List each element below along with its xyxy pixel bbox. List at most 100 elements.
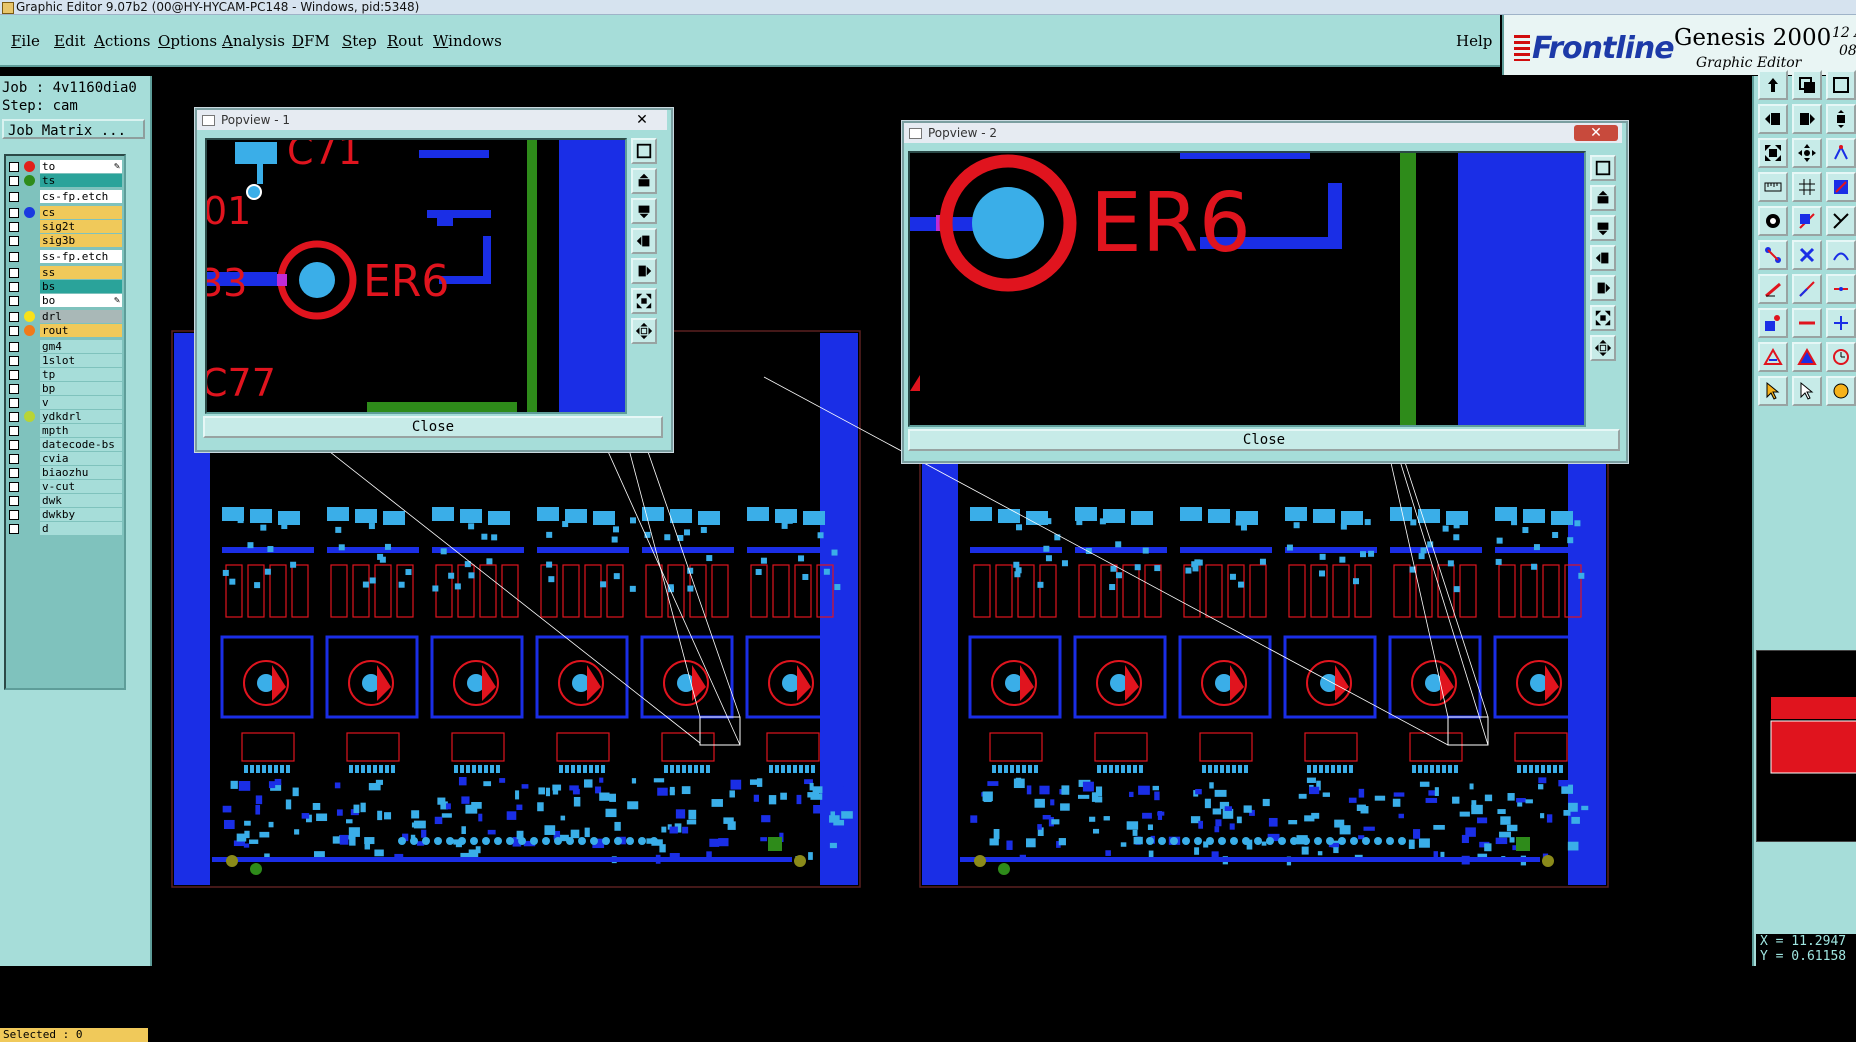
layer-row-bs[interactable]: bs [6, 280, 124, 294]
layer-row-to[interactable]: to ✎ [6, 160, 124, 174]
layer-row-rout[interactable]: rout [6, 324, 124, 338]
copy-icon[interactable] [1792, 70, 1822, 100]
popview-1-window[interactable]: Popview - 1 ✕ C71 01 ER6 33 C77 [195, 108, 673, 452]
layer-checkbox[interactable] [9, 426, 19, 436]
layer-name[interactable]: bp [40, 382, 122, 395]
scale-icon[interactable] [1826, 206, 1856, 236]
layer-checkbox[interactable] [9, 468, 19, 478]
menu-edit[interactable]: Edit [54, 32, 85, 50]
layer-row-gm4[interactable]: gm4 [6, 340, 124, 354]
menu-analysis[interactable]: Analysis [222, 32, 285, 50]
layer-name[interactable]: ydkdrl [40, 410, 122, 423]
layer-row-ydkdrl[interactable]: ydkdrl [6, 410, 124, 424]
layer-color-dot[interactable] [24, 161, 35, 172]
layer-name[interactable]: rout [40, 324, 122, 337]
arrow-mark-icon[interactable] [1792, 342, 1822, 372]
zoom-out-icon[interactable] [1590, 215, 1616, 241]
stretch-icon[interactable] [1758, 138, 1788, 168]
zoom-in-icon[interactable] [631, 168, 657, 194]
layer-row-dwkby[interactable]: dwkby [6, 508, 124, 522]
menu-windows[interactable]: Windows [433, 32, 502, 50]
draw-arc-icon[interactable] [1792, 274, 1822, 304]
expand-icon[interactable] [631, 288, 657, 314]
zoom-in-icon[interactable] [1590, 185, 1616, 211]
layer-name[interactable]: ss [40, 266, 122, 279]
layer-color-dot[interactable] [24, 207, 35, 218]
layer-name[interactable]: bo [40, 294, 122, 307]
pan-right-icon[interactable] [1590, 275, 1616, 301]
draw-line-icon[interactable] [1758, 274, 1788, 304]
layer-row-tp[interactable]: tp [6, 368, 124, 382]
cut-icon[interactable] [1826, 274, 1856, 304]
layer-name[interactable]: ts [40, 174, 122, 187]
pointer-icon[interactable] [1792, 376, 1822, 406]
layer-row-d[interactable]: d [6, 522, 124, 536]
layer-name[interactable]: dwk [40, 494, 122, 507]
layer-name[interactable]: ss-fp.etch [40, 250, 122, 263]
layer-row-ss-fp.etch[interactable]: ss-fp.etch [6, 250, 124, 264]
layer-checkbox[interactable] [9, 296, 19, 306]
layer-row-drl[interactable]: drl [6, 310, 124, 324]
menu-file[interactable]: File [11, 32, 40, 50]
layer-row-sig2t[interactable]: sig2t [6, 220, 124, 234]
layer-name[interactable]: d [40, 522, 122, 535]
route-icon[interactable] [1826, 138, 1856, 168]
layer-row-sig3b[interactable]: sig3b [6, 234, 124, 248]
zoom-fit-icon[interactable] [1590, 155, 1616, 181]
select-arrow-icon[interactable] [1758, 376, 1788, 406]
layer-name[interactable]: mpth [40, 424, 122, 437]
layer-row-ss[interactable]: ss [6, 266, 124, 280]
popview-1-viewport[interactable]: C71 01 ER6 33 C77 [205, 138, 627, 414]
layer-name[interactable]: gm4 [40, 340, 122, 353]
layer-name[interactable]: sig2t [40, 220, 122, 233]
layer-name[interactable]: dwkby [40, 508, 122, 521]
layer-checkbox[interactable] [9, 326, 19, 336]
layer-checkbox[interactable] [9, 356, 19, 366]
add-feature-icon[interactable] [1758, 308, 1788, 338]
menu-help[interactable]: Help [1456, 32, 1492, 50]
layer-row-v-cut[interactable]: v-cut [6, 480, 124, 494]
layer-checkbox[interactable] [9, 496, 19, 506]
layer-row-biaozhu[interactable]: biaozhu [6, 466, 124, 480]
menu-rout[interactable]: Rout [387, 32, 423, 50]
timer-icon[interactable] [1826, 376, 1856, 406]
layer-color-dot[interactable] [24, 175, 35, 186]
layer-checkbox[interactable] [9, 398, 19, 408]
layer-checkbox[interactable] [9, 482, 19, 492]
menu-step[interactable]: Step [342, 32, 377, 50]
edge-icon[interactable] [1792, 308, 1822, 338]
popview-1-close-button[interactable]: Close [203, 416, 663, 438]
align-icon[interactable] [1792, 138, 1822, 168]
pan-right-icon[interactable] [631, 258, 657, 284]
layer-name[interactable]: v-cut [40, 480, 122, 493]
connect-icon[interactable] [1826, 240, 1856, 270]
layer-color-dot[interactable] [24, 325, 35, 336]
layer-checkbox[interactable] [9, 312, 19, 322]
close-icon[interactable]: ✕ [1574, 125, 1618, 141]
layer-checkbox[interactable] [9, 208, 19, 218]
add-pad-icon[interactable] [1758, 240, 1788, 270]
rotate-icon[interactable] [1792, 206, 1822, 236]
layer-name[interactable]: datecode-bs [40, 438, 122, 451]
layer-row-v[interactable]: v [6, 396, 124, 410]
layer-checkbox[interactable] [9, 176, 19, 186]
grid-icon[interactable] [1792, 172, 1822, 202]
layer-checkbox[interactable] [9, 252, 19, 262]
layer-checkbox[interactable] [9, 412, 19, 422]
layer-name[interactable]: v [40, 396, 122, 409]
step-left-icon[interactable] [1758, 104, 1788, 134]
job-matrix-button[interactable]: Job Matrix ... [2, 119, 145, 139]
measure-icon[interactable] [1758, 172, 1788, 202]
layer-row-cs[interactable]: cs [6, 206, 124, 220]
trim-icon[interactable] [1826, 308, 1856, 338]
layer-name[interactable]: to [40, 160, 122, 173]
layer-row-cs-fp.etch[interactable]: cs-fp.etch [6, 190, 124, 204]
slide-icon[interactable] [1826, 104, 1856, 134]
layer-name[interactable]: tp [40, 368, 122, 381]
layer-checkbox[interactable] [9, 454, 19, 464]
delete-icon[interactable] [1792, 240, 1822, 270]
duplicate-icon[interactable] [1826, 70, 1856, 100]
layer-name[interactable]: cs [40, 206, 122, 219]
layer-name[interactable]: cs-fp.etch [40, 190, 122, 203]
select-object-icon[interactable] [1758, 206, 1788, 236]
